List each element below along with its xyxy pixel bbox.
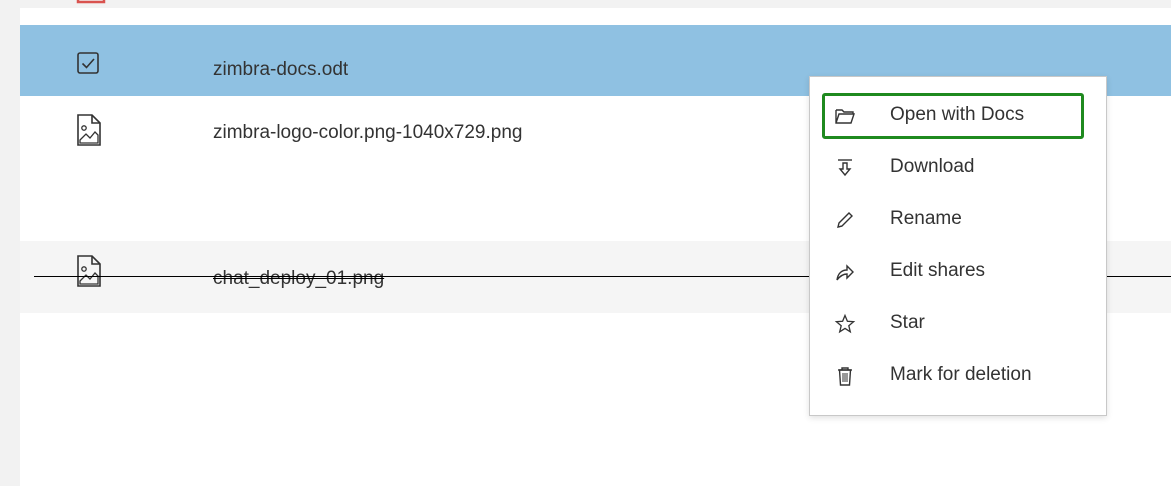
file-name[interactable]: zimbra-docs.odt	[213, 59, 348, 81]
download-icon	[834, 157, 856, 179]
checkbox-checked-icon[interactable]	[76, 51, 100, 80]
file-row[interactable]	[20, 0, 1171, 4]
pencil-icon	[834, 209, 856, 231]
context-menu: Open with Docs Download Rename Edit shar…	[809, 76, 1107, 416]
file-name[interactable]: chat_deploy_01.png	[213, 268, 384, 290]
menu-item-mark-for-deletion[interactable]: Mark for deletion	[822, 353, 1094, 399]
folder-open-icon	[834, 105, 856, 127]
menu-item-label: Mark for deletion	[890, 364, 1032, 385]
menu-item-label: Rename	[890, 208, 962, 229]
menu-item-label: Open with Docs	[890, 104, 1025, 125]
menu-item-rename[interactable]: Rename	[822, 197, 1094, 243]
menu-item-download[interactable]: Download	[822, 145, 1094, 191]
star-icon	[834, 313, 856, 335]
menu-item-edit-shares[interactable]: Edit shares	[822, 249, 1094, 295]
image-file-icon	[76, 254, 102, 293]
menu-item-label: Edit shares	[890, 260, 986, 281]
pdf-file-icon	[76, 0, 108, 9]
menu-item-label: Download	[890, 156, 975, 177]
file-name[interactable]: zimbra-logo-color.png-1040x729.png	[213, 122, 522, 144]
image-file-icon	[76, 113, 102, 152]
share-icon	[834, 261, 856, 283]
menu-item-label: Star	[890, 312, 925, 333]
menu-item-star[interactable]: Star	[822, 301, 1094, 347]
trash-icon	[834, 365, 856, 387]
menu-item-open-with-docs[interactable]: Open with Docs	[822, 93, 1084, 139]
